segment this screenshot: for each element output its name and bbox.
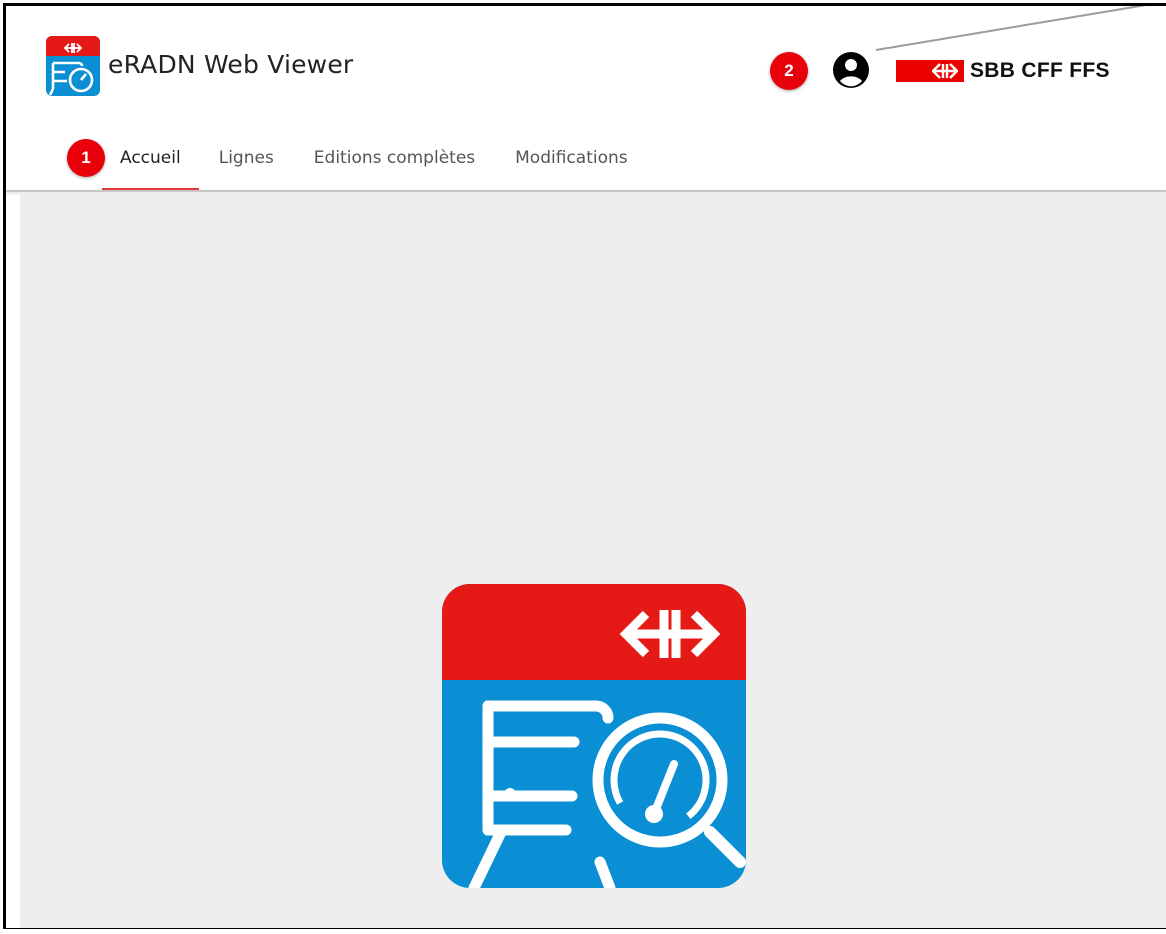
header-divider <box>6 190 1166 192</box>
tab-modifications[interactable]: Modifications <box>495 144 647 190</box>
home-content-area <box>20 193 1166 928</box>
tab-accueil[interactable]: Accueil <box>102 144 199 192</box>
sbb-brand-logo: SBB CFF FFS <box>896 58 1146 84</box>
app-header: eRADN Web Viewer 2 SBB CFF FFS 1 Accueil <box>6 6 1166 192</box>
main-tabs: Accueil Lignes Editions complètes Modifi… <box>102 144 648 192</box>
sbb-brand-text: SBB CFF FFS <box>970 59 1110 82</box>
eradn-hero-logo-icon <box>442 584 746 888</box>
callout-badge-1: 1 <box>67 139 105 177</box>
sbb-flag-icon <box>896 60 964 82</box>
callout-leader-line <box>876 6 1147 51</box>
tab-label: Lignes <box>218 148 274 168</box>
app-logo-icon[interactable] <box>46 36 100 96</box>
tab-label: Accueil <box>120 148 181 168</box>
account-circle-icon[interactable] <box>832 51 870 89</box>
app-window: eRADN Web Viewer 2 SBB CFF FFS 1 Accueil <box>6 6 1166 928</box>
tab-label: Modifications <box>515 148 628 168</box>
sbb-arrows-icon <box>932 63 958 79</box>
tab-editions-completes[interactable]: Editions complètes <box>294 144 495 190</box>
callout-badge-2: 2 <box>770 52 808 90</box>
tab-lignes[interactable]: Lignes <box>199 144 294 190</box>
app-title: eRADN Web Viewer <box>108 50 354 79</box>
tab-label: Editions complètes <box>313 148 476 168</box>
